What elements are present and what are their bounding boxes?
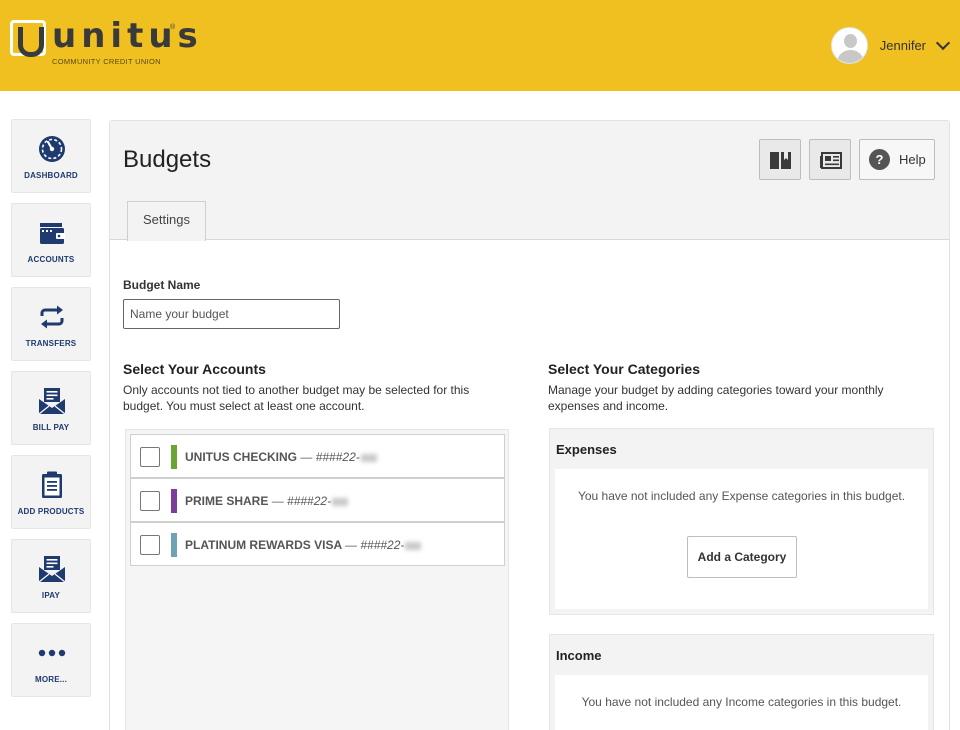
account-row[interactable]: UNITUS CHECKING — ####22- (130, 434, 505, 478)
budget-panel: Budgets ? Help Settings Budget Name S (109, 120, 950, 730)
sidebar-item-more[interactable]: MORE... (11, 623, 91, 697)
sidebar-item-dashboard[interactable]: DASHBOARD (11, 119, 91, 193)
account-number: ####22- (315, 450, 360, 464)
account-checkbox[interactable] (140, 535, 160, 555)
account-row[interactable]: PLATINUM REWARDS VISA — ####22- (130, 522, 505, 566)
account-number: ####22- (360, 538, 405, 552)
clipboard-icon (42, 471, 62, 498)
account-color-swatch (171, 445, 177, 469)
book-bookmark-icon (770, 152, 791, 169)
sidebar-item-bill-pay[interactable]: BILL PAY (11, 371, 91, 445)
sidebar-item-label: IPAY (41, 591, 61, 600)
income-panel: Income You have not included any Income … (549, 634, 934, 730)
sidebar-item-label: ADD PRODUCTS (17, 507, 85, 516)
gauge-icon (39, 136, 65, 162)
budget-name-label: Budget Name (123, 278, 201, 292)
account-list: UNITUS CHECKING — ####22- PRIME SHARE — … (125, 429, 509, 730)
account-name-text: PLATINUM REWARDS VISA (185, 538, 342, 552)
sidebar-item-label: MORE... (34, 675, 68, 684)
add-category-button[interactable]: Add a Category (687, 536, 797, 578)
budget-name-input[interactable] (123, 299, 340, 329)
sidebar-item-transfers[interactable]: TRANSFERS (11, 287, 91, 361)
envelope-bill-icon (38, 388, 66, 415)
masked-digits (405, 541, 422, 550)
account-checkbox[interactable] (140, 491, 160, 511)
masked-digits (332, 497, 349, 506)
guide-button[interactable] (759, 139, 801, 180)
sidebar-item-accounts[interactable]: ACCOUNTS (11, 203, 91, 277)
help-label: Help (899, 152, 926, 167)
sidebar-item-label: TRANSFERS (25, 339, 77, 348)
account-number: ####22- (287, 494, 332, 508)
income-empty-message: You have not included any Income categor… (581, 695, 902, 709)
sidebar-item-label: ACCOUNTS (27, 255, 75, 264)
more-dots-icon (38, 649, 66, 657)
sidebar-item-label: DASHBOARD (24, 171, 78, 180)
wallet-icon (40, 223, 65, 244)
chevron-down-icon[interactable] (936, 38, 950, 52)
top-header: unitus ® COMMUNITY CREDIT UNION Jennifer (0, 0, 960, 91)
account-checkbox[interactable] (140, 447, 160, 467)
sidebar-item-label: BILL PAY (32, 423, 70, 432)
accounts-section-title: Select Your Accounts (123, 361, 266, 377)
unitus-logo[interactable]: unitus ® COMMUNITY CREDIT UNION (10, 16, 198, 68)
envelope-pay-icon (38, 556, 66, 583)
expenses-title: Expenses (556, 442, 617, 457)
income-title: Income (556, 648, 602, 663)
page-title: Budgets (123, 146, 212, 173)
categories-section-title: Select Your Categories (548, 361, 700, 377)
logo-wordmark: unitus (52, 16, 203, 56)
help-icon: ? (869, 149, 890, 170)
account-name-text: PRIME SHARE (185, 494, 269, 508)
account-name: UNITUS CHECKING — ####22- (185, 450, 377, 464)
income-body: You have not included any Income categor… (555, 675, 928, 730)
categories-section-description: Manage your budget by adding categories … (548, 383, 884, 413)
user-name: Jennifer (879, 37, 926, 53)
account-name: PLATINUM REWARDS VISA — ####22- (185, 538, 422, 552)
account-name-text: UNITUS CHECKING (185, 450, 298, 464)
logo-tagline: COMMUNITY CREDIT UNION (52, 57, 161, 66)
expenses-empty-message: You have not included any Expense catego… (577, 489, 906, 503)
account-row[interactable]: PRIME SHARE — ####22- (130, 478, 505, 522)
transfer-arrows-icon (40, 305, 64, 329)
logo-registered: ® (170, 24, 176, 31)
panel-header: Budgets ? Help Settings (110, 121, 949, 241)
avatar (830, 26, 868, 64)
help-button[interactable]: ? Help (859, 139, 935, 180)
expenses-body: You have not included any Expense catego… (555, 469, 928, 609)
logo-mark (10, 20, 46, 57)
news-button[interactable] (809, 139, 851, 180)
sidebar-nav: DASHBOARD ACCOUNTS TRANSFERS BILL PAY AD… (11, 119, 91, 707)
user-menu[interactable]: Jennifer (830, 26, 950, 64)
accounts-section-description: Only accounts not tied to another budget… (123, 383, 470, 413)
masked-digits (360, 453, 377, 462)
account-color-swatch (171, 533, 177, 557)
account-name: PRIME SHARE — ####22- (185, 494, 349, 508)
sidebar-item-add-products[interactable]: ADD PRODUCTS (11, 455, 91, 529)
tab-settings[interactable]: Settings (127, 201, 206, 241)
expenses-panel: Expenses You have not included any Expen… (549, 428, 934, 615)
newspaper-icon (820, 152, 842, 169)
account-color-swatch (171, 489, 177, 513)
sidebar-item-ipay[interactable]: IPAY (11, 539, 91, 613)
